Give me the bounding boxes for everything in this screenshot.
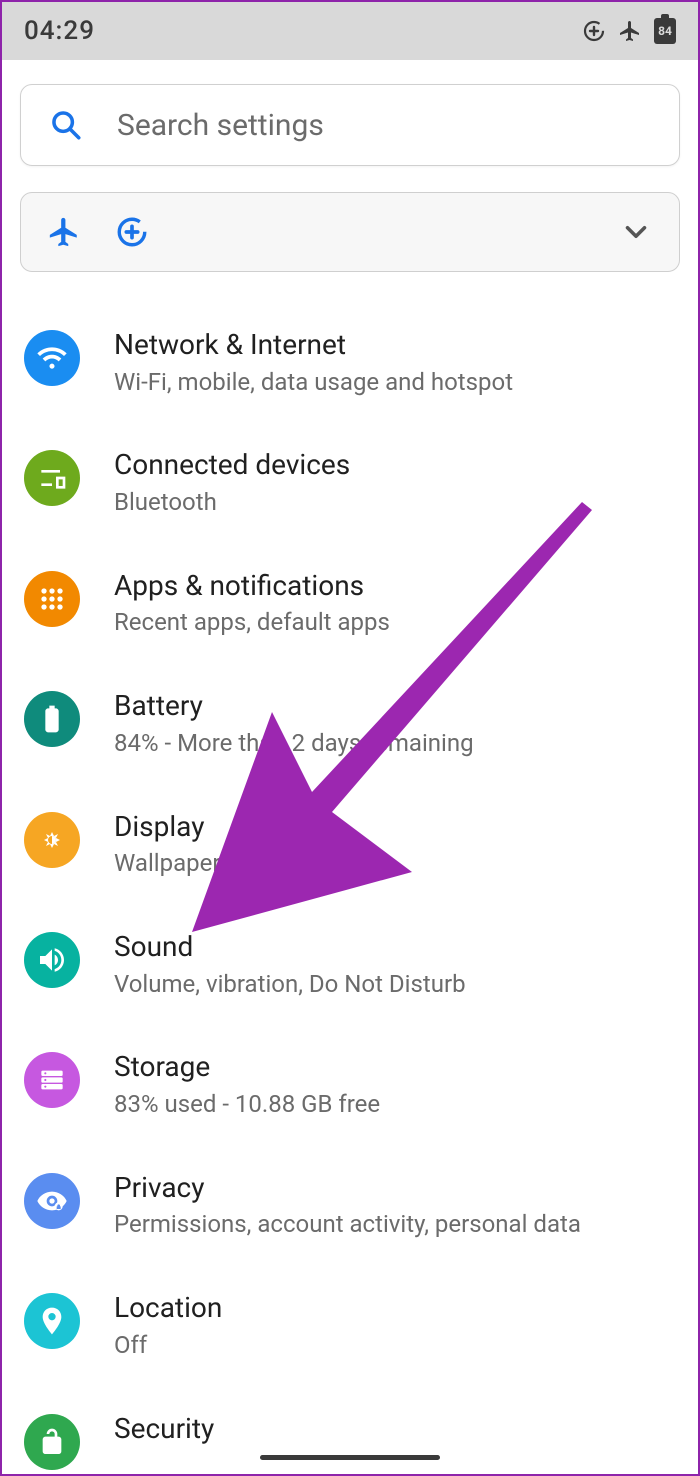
item-title: Apps & notifications xyxy=(114,569,390,603)
settings-item-display[interactable]: Display Wallpaper, sleep, font size xyxy=(20,784,680,904)
storage-icon xyxy=(24,1052,80,1108)
settings-item-battery[interactable]: Battery 84% - More than 2 days remaining xyxy=(20,663,680,783)
chevron-down-icon xyxy=(619,215,653,249)
item-subtitle: Bluetooth xyxy=(114,488,350,517)
data-saver-icon xyxy=(115,215,149,249)
item-title: Sound xyxy=(114,930,466,964)
status-bar: 04:29 84 xyxy=(2,2,698,60)
sound-icon xyxy=(24,932,80,988)
item-title: Battery xyxy=(114,689,474,723)
item-subtitle: Permissions, account activity, personal … xyxy=(114,1210,581,1239)
privacy-icon xyxy=(24,1173,80,1229)
settings-item-connected-devices[interactable]: Connected devices Bluetooth xyxy=(20,422,680,542)
settings-item-storage[interactable]: Storage 83% used - 10.88 GB free xyxy=(20,1024,680,1144)
display-icon xyxy=(24,812,80,868)
item-title: Display xyxy=(114,810,389,844)
location-icon xyxy=(24,1293,80,1349)
wifi-icon xyxy=(24,330,80,386)
settings-item-apps[interactable]: Apps & notifications Recent apps, defaul… xyxy=(20,543,680,663)
item-title: Connected devices xyxy=(114,448,350,482)
airplane-mode-icon xyxy=(618,19,642,43)
quick-status-bar[interactable] xyxy=(20,192,680,272)
security-icon xyxy=(24,1414,80,1470)
status-icons: 84 xyxy=(582,18,676,44)
search-placeholder: Search settings xyxy=(117,108,324,143)
settings-screen: 04:29 84 Search settings Network & Inter… xyxy=(0,0,700,1476)
settings-item-sound[interactable]: Sound Volume, vibration, Do Not Disturb xyxy=(20,904,680,1024)
settings-list: Network & Internet Wi-Fi, mobile, data u… xyxy=(20,272,680,1470)
settings-item-privacy[interactable]: Privacy Permissions, account activity, p… xyxy=(20,1145,680,1265)
item-subtitle: Recent apps, default apps xyxy=(114,608,390,637)
item-title: Storage xyxy=(114,1050,380,1084)
item-title: Network & Internet xyxy=(114,328,513,362)
battery-icon xyxy=(24,691,80,747)
item-subtitle: Volume, vibration, Do Not Disturb xyxy=(114,970,466,999)
item-title: Privacy xyxy=(114,1171,581,1205)
item-subtitle: 83% used - 10.88 GB free xyxy=(114,1090,380,1119)
item-subtitle: 84% - More than 2 days remaining xyxy=(114,729,474,758)
item-subtitle: Wallpaper, sleep, font size xyxy=(114,849,389,878)
battery-icon: 84 xyxy=(654,18,676,44)
apps-icon xyxy=(24,571,80,627)
search-icon xyxy=(49,108,83,142)
gesture-bar xyxy=(260,1455,440,1460)
item-title: Security xyxy=(114,1412,214,1446)
settings-item-network[interactable]: Network & Internet Wi-Fi, mobile, data u… xyxy=(20,302,680,422)
data-saver-icon xyxy=(582,19,606,43)
settings-item-location[interactable]: Location Off xyxy=(20,1265,680,1385)
item-subtitle: Wi-Fi, mobile, data usage and hotspot xyxy=(114,368,513,397)
search-bar[interactable]: Search settings xyxy=(20,84,680,166)
item-title: Location xyxy=(114,1291,222,1325)
item-subtitle: Off xyxy=(114,1331,222,1360)
airplane-mode-icon xyxy=(47,215,81,249)
devices-icon xyxy=(24,450,80,506)
status-time: 04:29 xyxy=(24,16,95,46)
